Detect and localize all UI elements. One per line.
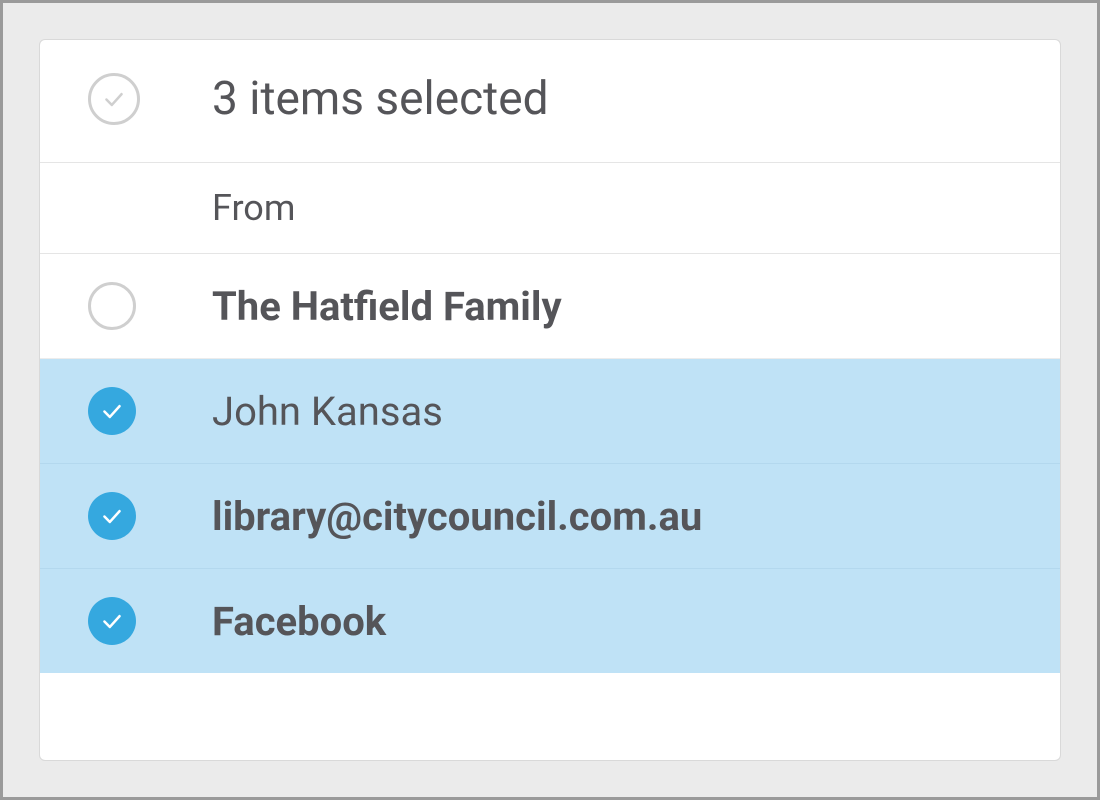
list-item[interactable]: The Hatfield Family: [40, 254, 1060, 359]
check-icon: [101, 86, 127, 112]
selection-header-row: 3 items selected: [40, 40, 1060, 163]
email-list-panel: 3 items selected From The Hatfield Famil…: [39, 39, 1061, 761]
row-checkbox[interactable]: [88, 282, 136, 330]
selection-count-label: 3 items selected: [212, 72, 1020, 126]
from-column-header[interactable]: From: [212, 187, 1020, 229]
check-icon: [99, 608, 125, 634]
column-header-row: From: [40, 163, 1060, 254]
check-icon: [99, 503, 125, 529]
select-all-checkbox[interactable]: [88, 73, 140, 125]
list-item[interactable]: Facebook: [40, 569, 1060, 673]
row-checkbox[interactable]: [88, 492, 136, 540]
list-item[interactable]: John Kansas: [40, 359, 1060, 464]
from-label: Facebook: [212, 598, 1020, 645]
row-checkbox[interactable]: [88, 387, 136, 435]
row-checkbox[interactable]: [88, 597, 136, 645]
from-label: library@citycouncil.com.au: [212, 493, 1020, 540]
from-label: The Hatfield Family: [212, 283, 1020, 330]
list-item[interactable]: library@citycouncil.com.au: [40, 464, 1060, 569]
from-label: John Kansas: [212, 388, 1020, 435]
check-icon: [99, 398, 125, 424]
